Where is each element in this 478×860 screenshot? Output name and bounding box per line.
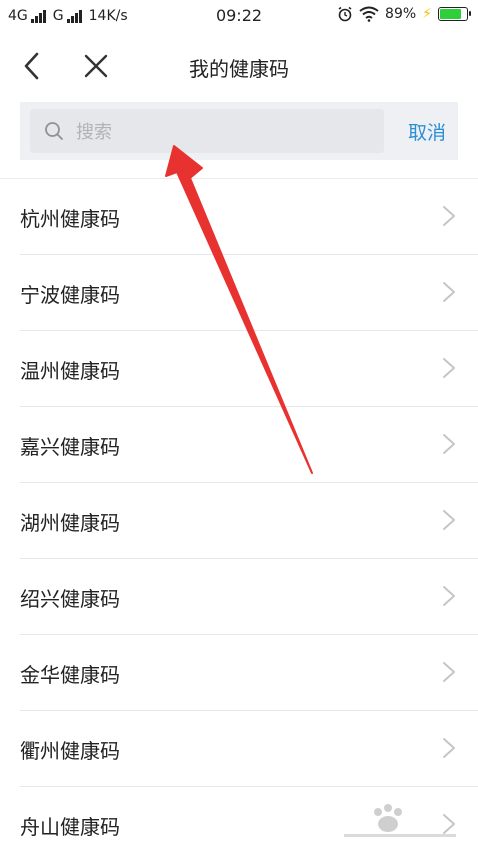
screen: 4G G 14K/s 09:22 89% ⚡ 我的健康码 搜索 取消 杭州健康码…: [0, 0, 478, 860]
list-item-label: 湖州健康码: [20, 511, 120, 535]
chevron-right-icon: [443, 510, 455, 530]
list-item-8[interactable]: 衢州健康码: [0, 711, 478, 787]
chevron-right-icon: [443, 282, 455, 302]
list-item-3[interactable]: 温州健康码: [0, 331, 478, 407]
page-title: 我的健康码: [189, 57, 289, 81]
search-bar: 取消: [20, 102, 458, 160]
navigation-bar: 我的健康码: [0, 34, 478, 98]
list-item-label: 宁波健康码: [20, 283, 120, 307]
list-item-7[interactable]: 金华健康码: [0, 635, 478, 711]
search-box[interactable]: [30, 109, 384, 155]
chevron-right-icon: [443, 206, 455, 226]
chevron-right-icon: [443, 662, 455, 682]
chevron-right-icon: [443, 738, 455, 758]
health-code-list: 杭州健康码 宁波健康码 温州健康码 嘉兴健康码 湖州健康码 绍兴健康码 金华健康…: [0, 178, 478, 860]
list-item-label: 金华健康码: [20, 663, 120, 687]
list-item-label: 温州健康码: [20, 359, 120, 383]
status-bar: 4G G 14K/s 09:22 89% ⚡: [0, 0, 478, 34]
watermark-logo: [344, 804, 456, 837]
chevron-right-icon: [443, 586, 455, 606]
list-item-label: 舟山健康码: [20, 815, 120, 839]
search-icon: [45, 122, 63, 140]
list-item-2[interactable]: 宁波健康码: [0, 255, 478, 331]
list-item-1[interactable]: 杭州健康码: [0, 179, 478, 255]
system-status: 89% ⚡: [337, 6, 471, 22]
list-item-label: 嘉兴健康码: [20, 435, 120, 459]
list-item-6[interactable]: 绍兴健康码: [0, 559, 478, 635]
charging-icon: ⚡: [422, 6, 432, 22]
battery-level: [440, 9, 461, 19]
battery-percent: 89%: [385, 6, 417, 22]
list-item-label: 绍兴健康码: [20, 587, 120, 611]
chevron-right-icon: [443, 434, 455, 454]
list-item-label: 杭州健康码: [20, 207, 120, 231]
list-item-label: 衢州健康码: [20, 739, 120, 763]
search-input[interactable]: [74, 109, 378, 155]
wifi-icon: [359, 6, 379, 22]
list-item-5[interactable]: 湖州健康码: [0, 483, 478, 559]
list-item-4[interactable]: 嘉兴健康码: [0, 407, 478, 483]
alarm-icon: [338, 6, 352, 22]
cancel-button[interactable]: 取消: [408, 118, 446, 145]
chevron-right-icon: [443, 358, 455, 378]
battery-icon: [438, 7, 471, 21]
